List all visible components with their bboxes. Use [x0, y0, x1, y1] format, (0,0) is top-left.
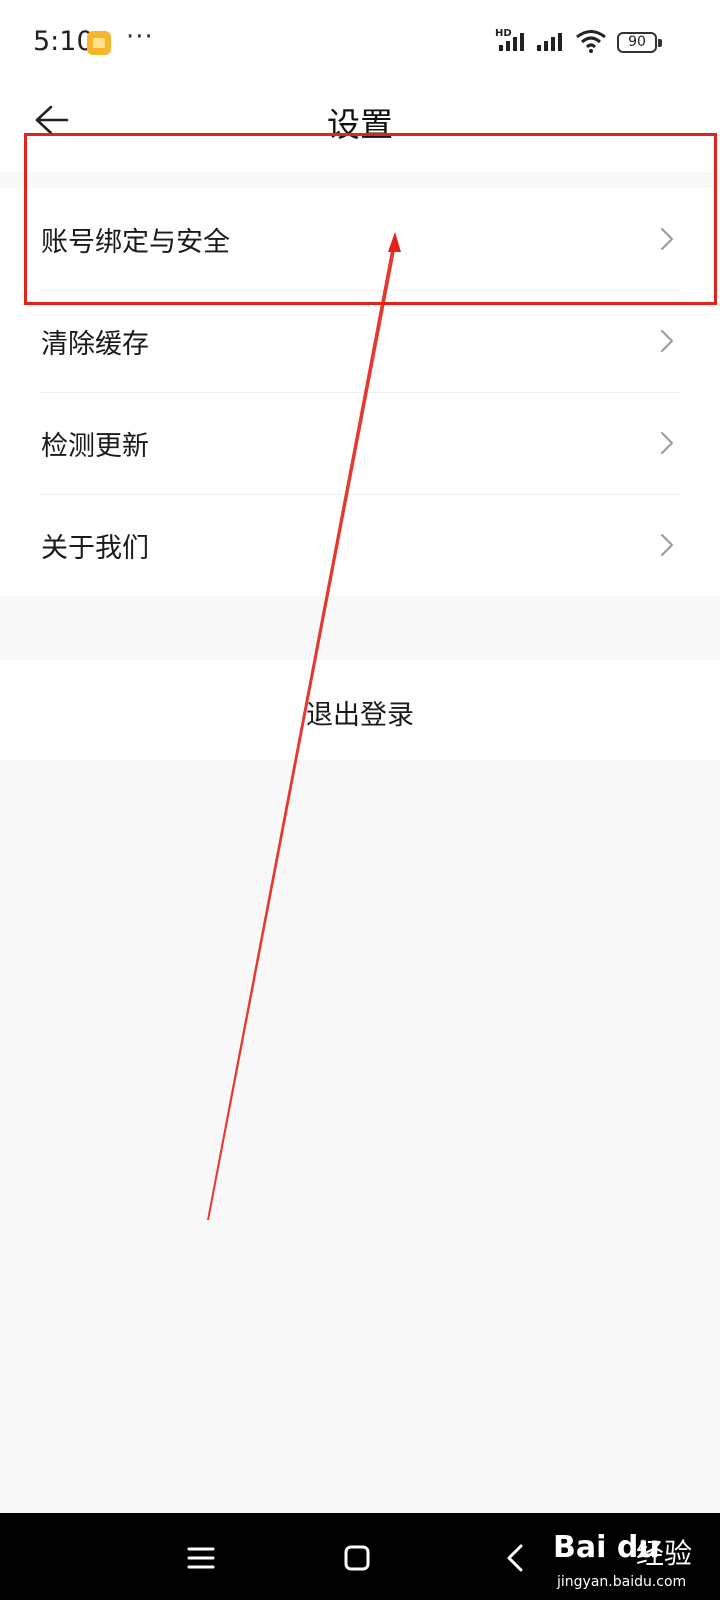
settings-item-check-update[interactable]: 检测更新	[0, 392, 720, 494]
settings-item-clear-cache[interactable]: 清除缓存	[0, 290, 720, 392]
settings-item-about-us[interactable]: 关于我们	[0, 494, 720, 596]
settings-item-label: 清除缓存	[41, 329, 149, 360]
battery-icon: 90	[617, 32, 662, 53]
settings-item-label: 账号绑定与安全	[41, 227, 230, 258]
settings-item-label: 关于我们	[41, 533, 149, 564]
settings-item-label: 检测更新	[41, 431, 149, 462]
signal-icon	[537, 33, 562, 51]
watermark-text: 经验	[636, 1537, 693, 1570]
chevron-right-icon	[661, 228, 673, 250]
back-icon[interactable]	[497, 1538, 537, 1578]
signal-icon	[499, 33, 524, 51]
status-bar: 5:10 ··· HD 90	[0, 0, 720, 86]
chevron-right-icon	[661, 432, 673, 454]
logout-label: 退出登录	[306, 700, 414, 731]
chevron-right-icon	[661, 330, 673, 352]
status-more-icon: ···	[126, 22, 154, 52]
status-time: 5:10	[33, 26, 94, 57]
app-notification-icon	[87, 31, 111, 55]
logout-button[interactable]: 退出登录	[0, 660, 720, 760]
baidu-jingyan-watermark: Bai du 经验 jingyan.baidu.com	[553, 1516, 713, 1596]
wifi-icon	[576, 30, 606, 53]
watermark-url: jingyan.baidu.com	[557, 1574, 687, 1590]
home-icon[interactable]	[337, 1538, 377, 1578]
page-header: 设置	[0, 86, 720, 172]
chevron-right-icon	[661, 534, 673, 556]
page-title: 设置	[327, 105, 393, 144]
settings-list: 账号绑定与安全 清除缓存 检测更新 关于我们	[0, 188, 720, 596]
menu-icon[interactable]	[181, 1538, 221, 1578]
settings-item-account-security[interactable]: 账号绑定与安全	[0, 188, 720, 290]
